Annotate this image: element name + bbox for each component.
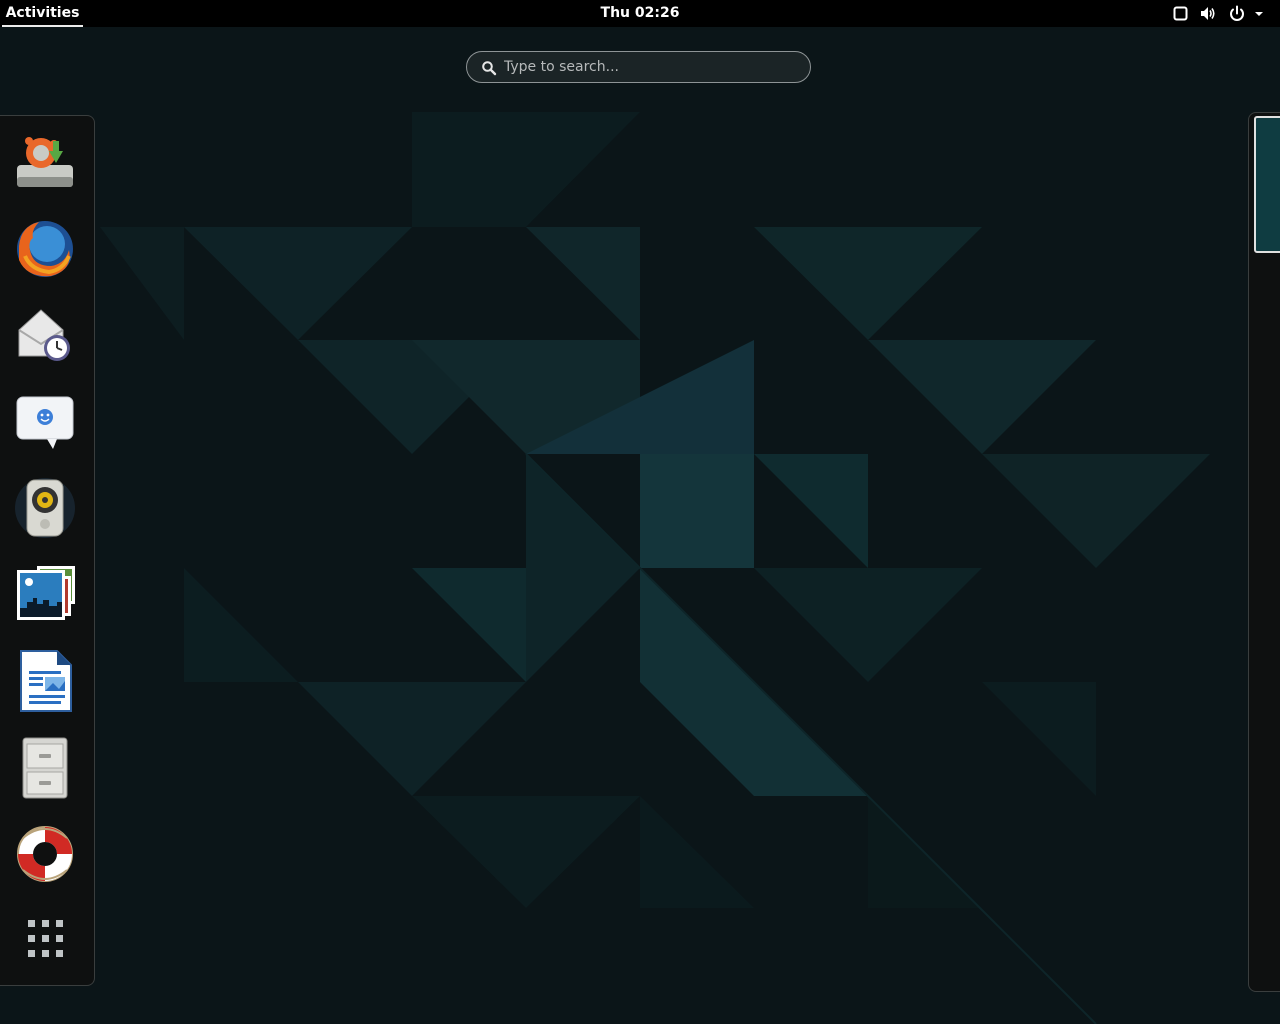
- dash-item-shotwell[interactable]: [10, 559, 80, 629]
- photos-icon: [17, 566, 75, 620]
- desktop-background: [0, 0, 1280, 1024]
- search-input[interactable]: [504, 53, 794, 81]
- dash-item-firefox[interactable]: [10, 213, 80, 283]
- mail-clock-icon: [18, 309, 70, 361]
- dash-item-software-updater[interactable]: [10, 126, 80, 196]
- screen-icon[interactable]: [1173, 4, 1189, 23]
- power-icon[interactable]: [1228, 4, 1246, 23]
- lifebuoy-icon: [17, 826, 73, 882]
- app-grid-icon: [28, 920, 63, 957]
- dash-item-evolution-mail[interactable]: [10, 299, 80, 369]
- workspace-thumbnail[interactable]: [1254, 116, 1280, 253]
- dropdown-arrow-icon[interactable]: [1253, 4, 1265, 23]
- dash-item-help[interactable]: [10, 819, 80, 889]
- dash-item-empathy-chat[interactable]: [10, 386, 80, 456]
- chat-bubble-icon: [16, 396, 74, 449]
- search-box[interactable]: [466, 51, 811, 83]
- dash: [0, 115, 95, 986]
- clock[interactable]: Thu 02:26: [570, 0, 710, 27]
- firefox-icon: [17, 221, 73, 277]
- dash-item-files[interactable]: [10, 733, 80, 803]
- software-updater-icon: [17, 137, 73, 187]
- file-cabinet-icon: [22, 737, 68, 799]
- show-applications-button[interactable]: [10, 906, 80, 976]
- volume-icon[interactable]: [1199, 4, 1217, 23]
- activities-button[interactable]: Activities: [2, 0, 83, 27]
- activities-underline: [2, 25, 83, 27]
- document-icon: [20, 650, 72, 712]
- activities-label: Activities: [5, 5, 80, 21]
- dash-item-rhythmbox[interactable]: [10, 473, 80, 543]
- dash-item-libreoffice-writer[interactable]: [10, 646, 80, 716]
- search-icon: [482, 61, 497, 76]
- top-bar: Activities Thu 02:26: [0, 0, 1280, 27]
- speaker-icon: [15, 478, 75, 538]
